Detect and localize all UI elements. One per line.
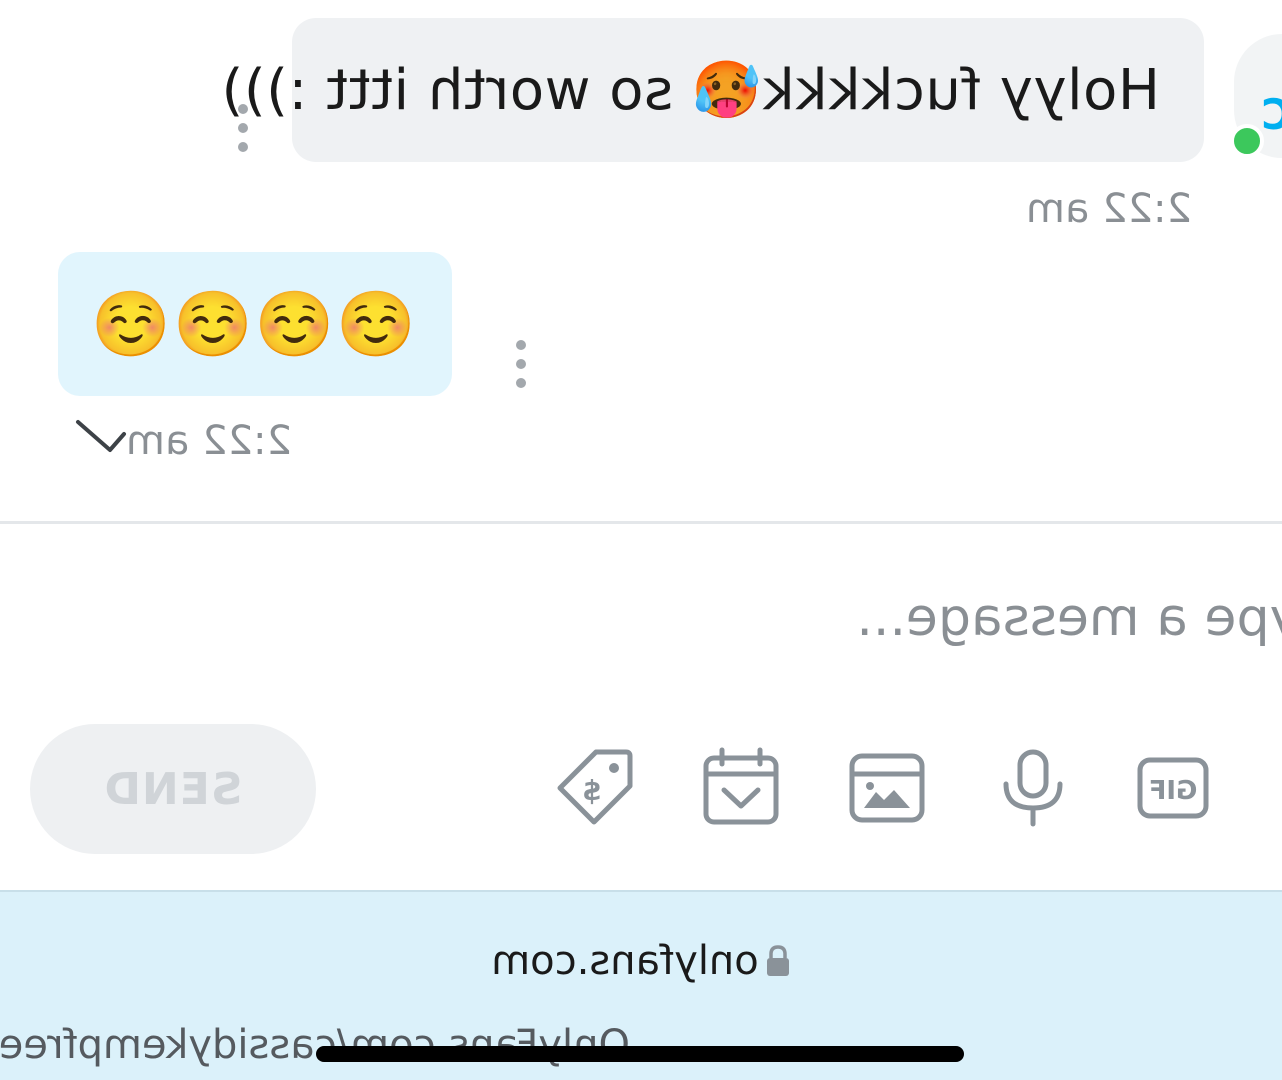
home-indicator[interactable] (316, 1046, 964, 1062)
domain-text: onlyfans.com (491, 938, 759, 984)
avatar-initial: C (1261, 90, 1282, 139)
incoming-message-text: Holyy fuckkkk🥵 so worth ittt :))) (221, 57, 1160, 123)
outgoing-message-bubble[interactable]: ☺️☺️☺️☺️ (58, 252, 452, 396)
address-row[interactable]: onlyfans.com (0, 938, 1282, 984)
browser-address-bar: onlyfans.com OnlyFans.com/cassidykempfre… (0, 890, 1282, 1080)
lock-icon (766, 945, 789, 976)
svg-text:GIF: GIF (1149, 776, 1198, 806)
message-options-icon[interactable] (236, 104, 250, 152)
hot-face-emoji: 🥵 (691, 58, 762, 123)
online-status-dot (1230, 124, 1264, 158)
check-icon (76, 420, 126, 452)
incoming-message-time: 2:22 am (1025, 186, 1192, 232)
schedule-icon[interactable] (700, 746, 782, 828)
chat-screen: C Holyy fuckkkk🥵 so worth ittt :))) 2:22… (0, 0, 1282, 1080)
message-input[interactable] (0, 548, 1282, 688)
outgoing-message-text: ☺️☺️☺️☺️ (91, 287, 419, 362)
media-icon[interactable] (846, 746, 928, 828)
message-text-part: Holyy fuckkkk (761, 58, 1160, 123)
gif-icon[interactable]: GIF (1132, 746, 1214, 828)
message-options-icon[interactable] (514, 340, 528, 388)
incoming-message-bubble[interactable]: Holyy fuckkkk🥵 so worth ittt :))) (221, 18, 1204, 162)
message-text-part: so worth ittt :))) (221, 58, 674, 123)
divider (0, 521, 1282, 524)
outgoing-message-time: 2:22 am (125, 418, 292, 464)
price-tag-icon[interactable]: $ (554, 746, 636, 828)
svg-text:$: $ (582, 774, 601, 807)
microphone-icon[interactable] (992, 746, 1074, 828)
send-button[interactable]: SEND (30, 724, 316, 854)
